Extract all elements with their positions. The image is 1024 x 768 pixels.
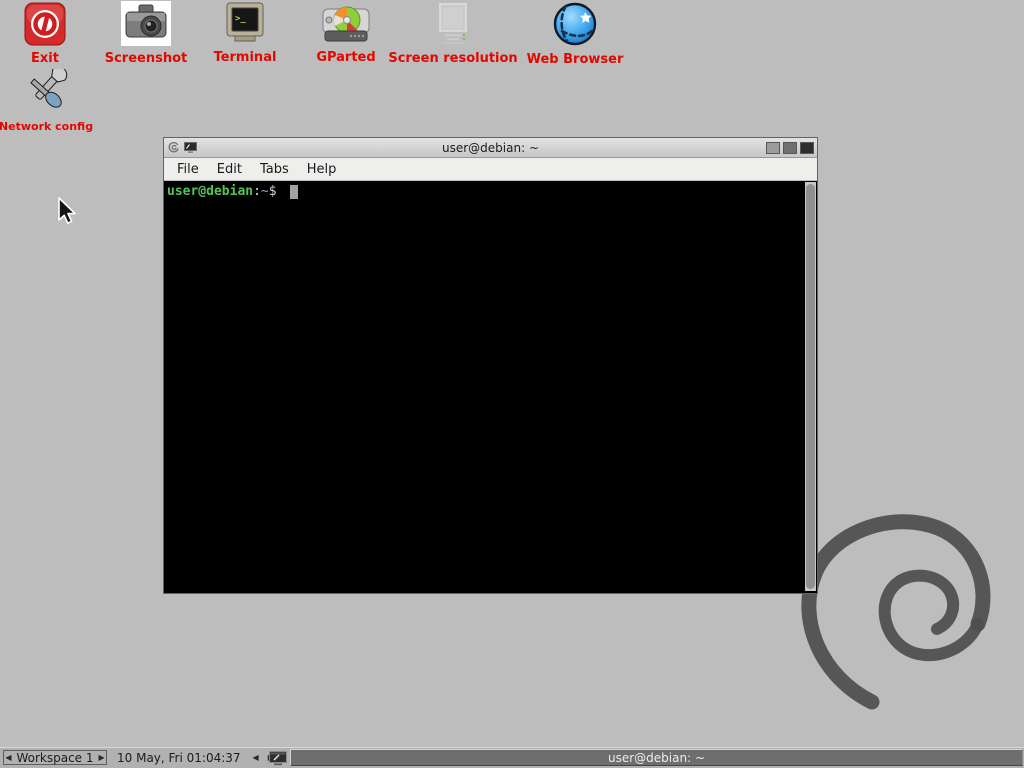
workspace-prev-icon[interactable]: ◀ [5,754,11,762]
exit-power-icon [24,2,66,46]
desktop-icon-network-config[interactable]: Network config [0,69,106,132]
monitor-icon [430,1,476,46]
terminal-screen[interactable]: user@debian:~$ [164,181,817,592]
tools-icon [21,69,71,115]
menu-edit[interactable]: Edit [208,160,251,179]
workspace-label: Workspace 1 [16,751,93,765]
icon-label: GParted [316,51,375,64]
menu-tabs[interactable]: Tabs [251,160,298,179]
task-button-terminal[interactable]: user@debian: ~ [290,749,1023,766]
desktop-icon-screen-resolution[interactable]: Screen resolution [393,1,513,65]
prompt-user-host: user@debian [167,184,253,199]
icon-label: Web Browser [527,53,624,66]
taskbar: ◀ Workspace 1 ▶ 10 May, Fri 01:04:37 ◀ ▶… [0,747,1024,768]
prompt-path: ~ [261,184,269,199]
svg-text:>_: >_ [235,14,246,24]
minimize-button[interactable] [766,142,780,154]
text-cursor [290,185,298,199]
menu-file[interactable]: File [168,160,208,179]
terminal-scrollbar[interactable] [805,182,816,591]
debian-swirl-window-icon [167,141,180,154]
workspace-next-icon[interactable]: ▶ [99,754,105,762]
desktop-icon-web-browser[interactable]: Web Browser [515,1,635,66]
globe-icon [552,1,598,47]
close-button[interactable] [800,142,814,154]
window-titlebar[interactable]: user@debian: ~ [164,138,817,158]
clock-text: 10 May, Fri 01:04:37 [117,751,241,765]
scrollbar-thumb[interactable] [806,184,815,589]
window-menubar: File Edit Tabs Help [164,158,817,181]
icon-label: Network config [0,121,93,132]
pager-monitor-icon [269,751,287,766]
prompt-symbol: $ [269,184,285,199]
menu-help[interactable]: Help [298,160,346,179]
mouse-cursor-arrow [57,197,79,227]
icon-label: Terminal [214,51,277,64]
workspace-switcher[interactable]: ◀ Workspace 1 ▶ [3,750,107,765]
icon-label: Exit [31,52,59,65]
terminal-window-icon [184,142,197,153]
shell-prompt: user@debian:~$ [167,184,801,199]
prompt-separator: : [253,184,261,199]
clock-prev-icon[interactable]: ◀ [253,754,259,762]
icon-label: Screen resolution [388,52,517,65]
window-title: user@debian: ~ [164,141,817,155]
terminal-window: user@debian: ~ File Edit Tabs Help user@… [163,137,818,594]
camera-icon [121,1,171,46]
icon-label: Screenshot [105,52,188,65]
terminal-crt-icon: >_ [222,2,268,45]
gparted-disk-icon [321,4,371,45]
task-button-label: user@debian: ~ [608,751,705,765]
maximize-button[interactable] [783,142,797,154]
desktop-pager-button[interactable] [267,750,289,766]
clock-area: 10 May, Fri 01:04:37 ◀ ▶ [117,748,274,768]
